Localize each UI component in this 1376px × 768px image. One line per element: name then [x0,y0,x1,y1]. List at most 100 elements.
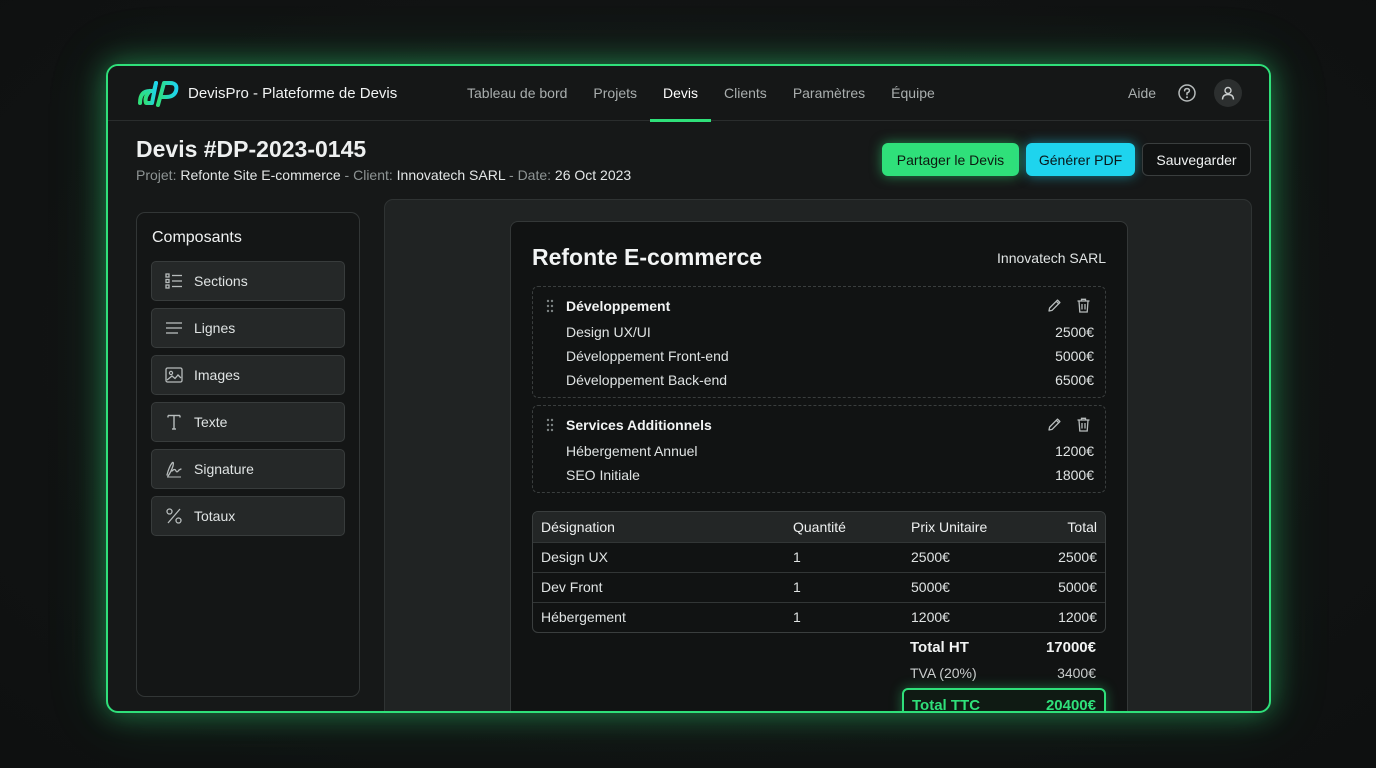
client-value: Innovatech SARL [396,167,506,183]
table-row[interactable]: Design UX 1 2500€ 2500€ [533,541,1105,572]
components-title: Composants [152,229,242,246]
image-icon [165,367,183,383]
help-circle-icon[interactable] [1177,83,1197,103]
section-line-item[interactable]: SEO Initiale 1800€ [566,467,1094,483]
quote-meta: Projet: Refonte Site E-commerce - Client… [136,167,631,183]
total-ht-value: 17000€ [1045,639,1096,656]
edit-pencil-icon[interactable] [1046,297,1063,314]
user-avatar[interactable] [1214,79,1242,107]
cell-designation: Dev Front [533,571,785,602]
list-icon [165,273,182,289]
component-label: Images [194,367,240,383]
component-images[interactable]: Images [151,355,345,395]
cell-total: 2500€ [1027,541,1105,572]
drag-handle-icon[interactable] [545,299,555,313]
line-amount: 5000€ [1055,348,1094,364]
main-nav: Tableau de bord Projets Devis Clients Pa… [454,66,948,122]
section-title[interactable]: Services Additionnels [566,417,712,433]
cell-total: 5000€ [1027,571,1105,602]
component-lignes[interactable]: Lignes [151,308,345,348]
section-developpement[interactable]: Développement Design UX/UI 2500€ Dévelop… [532,286,1106,398]
edit-pencil-icon[interactable] [1046,416,1063,433]
line-label: SEO Initiale [566,467,640,483]
save-button[interactable]: Sauvegarder [1142,143,1251,176]
section-line-item[interactable]: Développement Front-end 5000€ [566,348,1094,364]
col-designation: Désignation [533,512,785,542]
nav-equipe[interactable]: Équipe [878,66,948,121]
top-nav-bar: DevisPro - Plateforme de Devis Tableau d… [108,66,1269,122]
cell-quantite: 1 [785,571,903,602]
table-row[interactable]: Hébergement 1 1200€ 1200€ [533,601,1105,632]
line-amount: 2500€ [1055,324,1094,340]
editor-canvas: Refonte E-commerce Innovatech SARL Dével… [384,199,1252,713]
total-ttc-box: Total TTC 20400€ [902,688,1106,713]
nav-devis[interactable]: Devis [650,66,712,122]
section-line-item[interactable]: Design UX/UI 2500€ [566,324,1094,340]
line-label: Développement Back-end [566,372,728,388]
total-ttc-value: 20400€ [1045,696,1096,713]
percent-icon [166,508,182,524]
total-ttc-label: Total TTC [912,696,981,713]
col-total: Total [1027,512,1105,542]
tva-value: 3400€ [1057,665,1096,681]
lines-icon [166,322,182,334]
cell-prix-unitaire: 1200€ [903,601,1027,632]
items-table: Désignation Quantité Prix Unitaire Total… [532,511,1106,633]
cell-designation: Design UX [533,541,785,572]
nav-projets[interactable]: Projets [580,66,650,121]
page-title: Devis #DP-2023-0145 [136,136,367,162]
col-prix-unitaire: Prix Unitaire [903,512,1027,542]
total-ht-row: Total HT 17000€ [910,639,1096,656]
section-title[interactable]: Développement [566,298,670,314]
line-amount: 6500€ [1055,372,1094,388]
signature-icon [166,461,182,478]
project-label: Projet: [136,167,177,183]
component-texte[interactable]: Texte [151,402,345,442]
line-label: Design UX/UI [566,324,651,340]
cell-designation: Hébergement [533,601,785,632]
cell-total: 1200€ [1027,601,1105,632]
section-line-item[interactable]: Hébergement Annuel 1200€ [566,443,1094,459]
component-label: Sections [194,273,248,289]
nav-clients[interactable]: Clients [711,66,780,121]
project-value: Refonte Site E-commerce [180,167,341,183]
client-label: - Client: [344,167,393,183]
cell-quantite: 1 [785,601,903,632]
help-link[interactable]: Aide [1128,85,1156,101]
component-sections[interactable]: Sections [151,261,345,301]
line-label: Hébergement Annuel [566,443,698,459]
section-services-additionnels[interactable]: Services Additionnels Hébergement Annuel… [532,405,1106,493]
document-title[interactable]: Refonte E-commerce [532,244,762,271]
tva-label: TVA (20%) [910,665,977,681]
component-label: Totaux [194,508,236,524]
component-signature[interactable]: Signature [151,449,345,489]
generate-pdf-button[interactable]: Générer PDF [1026,143,1135,176]
trash-icon[interactable] [1075,416,1092,433]
drag-handle-icon[interactable] [545,418,555,432]
date-value: 26 Oct 2023 [554,167,632,183]
devispro-logo-icon [138,81,179,107]
line-amount: 1200€ [1055,443,1094,459]
trash-icon[interactable] [1075,297,1092,314]
table-row[interactable]: Dev Front 1 5000€ 5000€ [533,571,1105,602]
line-amount: 1800€ [1055,467,1094,483]
total-ht-label: Total HT [910,639,969,656]
component-label: Texte [194,414,228,430]
section-line-item[interactable]: Développement Back-end 6500€ [566,372,1094,388]
cell-prix-unitaire: 5000€ [903,571,1027,602]
date-label: - Date: [509,167,552,183]
line-label: Développement Front-end [566,348,729,364]
document-client[interactable]: Innovatech SARL [997,250,1106,266]
nav-parametres[interactable]: Paramètres [780,66,878,121]
user-icon [1221,86,1235,100]
tva-row: TVA (20%) 3400€ [910,665,1096,681]
text-icon [167,414,181,430]
app-window: DevisPro - Plateforme de Devis Tableau d… [106,64,1271,713]
component-totaux[interactable]: Totaux [151,496,345,536]
component-label: Signature [194,461,254,477]
nav-tableau-de-bord[interactable]: Tableau de bord [454,66,580,121]
quote-document: Refonte E-commerce Innovatech SARL Dével… [510,221,1128,713]
share-quote-button[interactable]: Partager le Devis [882,143,1019,176]
cell-prix-unitaire: 2500€ [903,541,1027,572]
col-quantite: Quantité [785,512,903,542]
